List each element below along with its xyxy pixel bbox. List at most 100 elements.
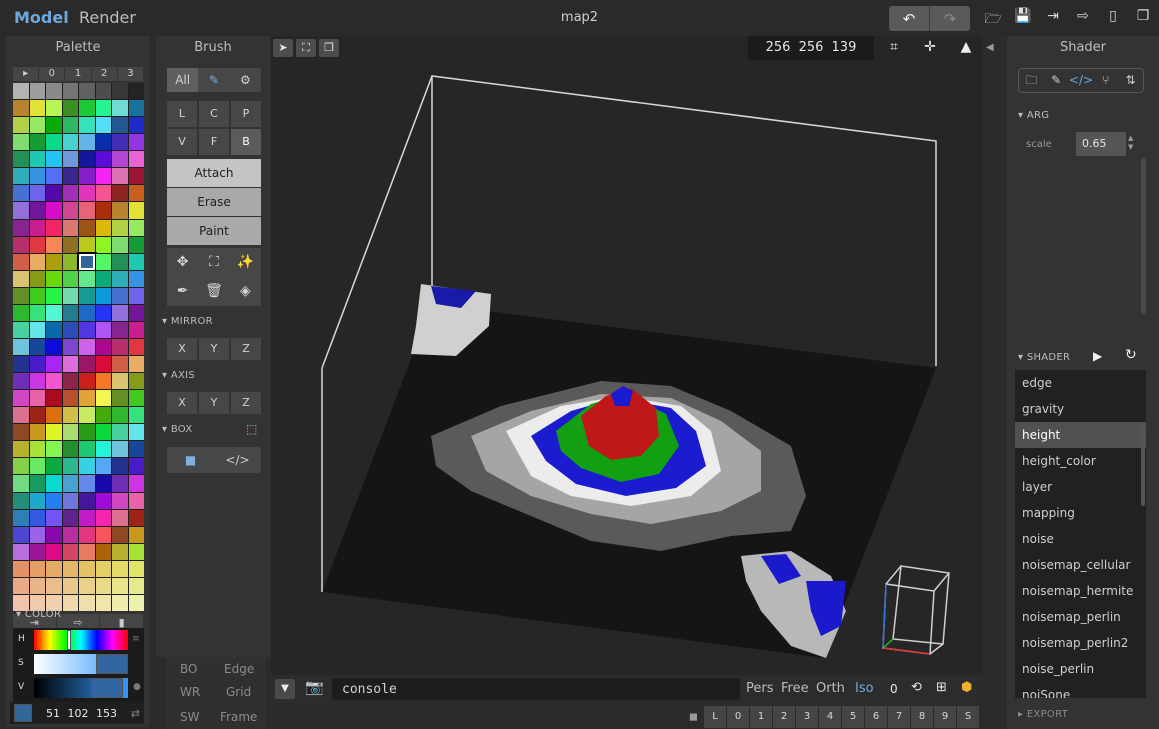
color-swatch[interactable] <box>13 475 29 492</box>
color-swatch[interactable] <box>95 594 111 611</box>
color-swatch[interactable] <box>128 441 144 458</box>
arg-scrollbar[interactable] <box>1141 158 1146 314</box>
color-swatch[interactable] <box>13 151 29 168</box>
save-icon[interactable]: 💾 <box>1008 8 1038 32</box>
palette-tab-2[interactable]: 2 <box>91 67 117 81</box>
shader-item-layer[interactable]: layer <box>1015 474 1146 500</box>
move-icon[interactable]: ✥ <box>167 248 198 277</box>
color-swatch[interactable] <box>95 219 111 236</box>
shader-section-label[interactable]: ▾ SHADER <box>1018 352 1070 363</box>
color-swatch[interactable] <box>95 236 111 253</box>
color-swatch[interactable] <box>112 117 128 134</box>
reload-icon[interactable]: ↻ <box>1125 347 1137 363</box>
layer-key-s[interactable]: S <box>957 706 979 728</box>
color-swatch[interactable] <box>46 338 62 356</box>
color-swatch[interactable] <box>29 475 45 492</box>
color-swatch[interactable] <box>62 458 78 475</box>
palette-tab-0[interactable]: 0 <box>39 67 65 81</box>
shader-item-noisone[interactable]: noiSone <box>1015 682 1146 698</box>
hue-menu-icon[interactable]: ≡ <box>132 634 140 644</box>
color-swatch[interactable] <box>95 526 111 543</box>
wr-toggle[interactable]: WR <box>180 685 200 699</box>
color-swatch[interactable] <box>79 594 95 611</box>
color-swatch[interactable] <box>79 287 95 304</box>
duplicate-icon[interactable]: ❐ <box>1128 8 1158 32</box>
axis-x-button[interactable]: X <box>167 392 197 414</box>
color-swatch[interactable] <box>79 560 95 577</box>
color-swatch[interactable] <box>95 287 111 304</box>
color-swatch[interactable] <box>128 407 144 424</box>
shader-item-noisemap-cellular[interactable]: noisemap_cellular <box>1015 552 1146 578</box>
color-swatch[interactable] <box>128 270 144 287</box>
color-swatch[interactable] <box>79 83 95 100</box>
eyedropper-icon[interactable]: ✒ <box>167 277 198 306</box>
export-section-label[interactable]: ▸ EXPORT <box>1018 709 1068 720</box>
code-tab-icon[interactable]: </> <box>1069 69 1094 92</box>
color-swatch[interactable] <box>95 475 111 492</box>
color-swatch[interactable] <box>46 151 62 168</box>
color-swatch[interactable] <box>46 509 62 526</box>
color-swatch[interactable] <box>46 168 62 185</box>
color-swatch[interactable] <box>29 509 45 526</box>
mirror-y-button[interactable]: Y <box>199 338 229 360</box>
color-swatch[interactable] <box>112 134 128 151</box>
color-swatch[interactable] <box>29 321 45 338</box>
color-swatch[interactable] <box>13 458 29 475</box>
color-swatch[interactable] <box>29 458 45 475</box>
color-swatch[interactable] <box>29 100 45 117</box>
color-swatch[interactable] <box>128 543 144 560</box>
color-swatch[interactable] <box>112 219 128 236</box>
color-swatch[interactable] <box>62 168 78 185</box>
color-swatch[interactable] <box>13 219 29 236</box>
crop-icon[interactable]: ⌗ <box>876 39 912 55</box>
color-swatch[interactable] <box>112 577 128 594</box>
color-swatch[interactable] <box>29 526 45 543</box>
color-swatch[interactable] <box>128 321 144 338</box>
color-swatch[interactable] <box>79 270 95 287</box>
color-swatch[interactable] <box>62 577 78 594</box>
color-swatch[interactable] <box>46 390 62 407</box>
color-swatch[interactable] <box>29 356 45 373</box>
layout-icon[interactable]: ⊞ <box>936 680 947 695</box>
color-swatch[interactable] <box>112 509 128 526</box>
layer-key-3[interactable]: 3 <box>796 706 818 728</box>
brush-icon[interactable]: ✎ <box>198 68 229 92</box>
color-swatch[interactable] <box>46 236 62 253</box>
color-swatch[interactable] <box>79 543 95 560</box>
color-swatch[interactable] <box>62 441 78 458</box>
color-swatch[interactable] <box>95 117 111 134</box>
axis-y-button[interactable]: Y <box>199 392 229 414</box>
color-swatch[interactable] <box>13 253 29 270</box>
color-swatch[interactable] <box>13 509 29 526</box>
color-swatch[interactable] <box>112 407 128 424</box>
shader-item-noisemap-perlin2[interactable]: noisemap_perlin2 <box>1015 630 1146 656</box>
color-swatch[interactable] <box>95 134 111 151</box>
color-swatch[interactable] <box>112 560 128 577</box>
play-icon[interactable]: ▶ <box>1093 349 1102 363</box>
color-swatch[interactable] <box>95 185 111 202</box>
color-swatch[interactable] <box>46 202 62 219</box>
color-swatch[interactable] <box>112 236 128 253</box>
color-swatch[interactable] <box>46 543 62 560</box>
color-swatch[interactable] <box>79 100 95 117</box>
color-swatch[interactable] <box>62 424 78 441</box>
color-swatch[interactable] <box>79 168 95 185</box>
color-swatch[interactable] <box>62 475 78 492</box>
color-swatch[interactable] <box>128 83 144 100</box>
color-swatch[interactable] <box>46 560 62 577</box>
color-swatch[interactable] <box>46 321 62 338</box>
shader-list-scrollbar[interactable] <box>1141 426 1145 506</box>
color-swatch[interactable] <box>13 492 29 509</box>
color-swatch[interactable] <box>13 543 29 560</box>
axis-z-button[interactable]: Z <box>231 392 261 414</box>
color-swatch[interactable] <box>62 100 78 117</box>
color-swatch[interactable] <box>79 390 95 407</box>
color-swatch[interactable] <box>95 100 111 117</box>
color-swatch[interactable] <box>112 543 128 560</box>
3d-viewport[interactable]: ➤ ⛶ ❐ 256 256 139 ⌗ ✛ ▲ <box>271 36 982 675</box>
palette-tab-expand[interactable]: ▸ <box>13 67 39 81</box>
iso-cube-icon[interactable]: ⬢ <box>961 680 972 695</box>
color-swatch[interactable] <box>95 577 111 594</box>
layer-key-1[interactable]: 1 <box>750 706 772 728</box>
layer-key-7[interactable]: 7 <box>888 706 910 728</box>
